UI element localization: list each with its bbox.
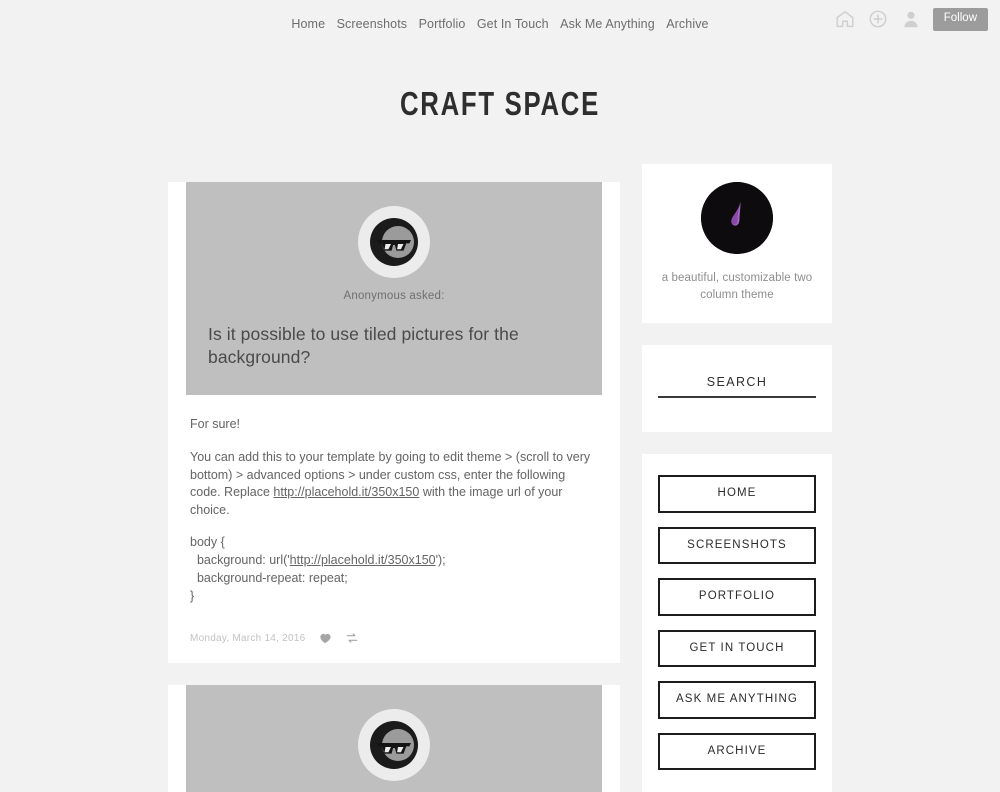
sidebar-link-portfolio[interactable]: PORTFOLIO <box>658 578 816 616</box>
answer-intro: For sure! <box>190 417 241 432</box>
reblog-icon[interactable] <box>345 631 359 645</box>
code-line-1: body { <box>190 534 225 549</box>
page-layout: Anonymous asked: Is it possible to use t… <box>0 164 1000 792</box>
code-line-2-start: background: url(' <box>190 553 290 568</box>
sidebar-profile-card: a beautiful, customizable two column the… <box>642 164 832 324</box>
code-line-2-end: '); <box>435 553 446 568</box>
top-bar-actions: Follow <box>834 8 988 31</box>
answer-paragraph: You can add this to your template by goi… <box>190 449 598 520</box>
search-input[interactable] <box>658 375 816 399</box>
sidebar-description: a beautiful, customizable two column the… <box>661 272 813 301</box>
topnav-item-get-in-touch[interactable]: Get In Touch <box>477 17 549 31</box>
flame-logo-icon <box>701 182 773 254</box>
sunglasses-avatar-icon <box>358 206 430 278</box>
code-line-3: background-repeat: repeat; <box>190 571 348 586</box>
topnav-item-archive[interactable]: Archive <box>666 17 708 31</box>
sidebar-link-get-in-touch[interactable]: GET IN TOUCH <box>658 629 816 668</box>
ask-question: Is it possible to use tiled pictures for… <box>208 324 519 368</box>
sidebar-avatar-wrap <box>658 182 816 254</box>
post-card: Anonymous asked: Hi, is there a way to h… <box>168 685 620 792</box>
plus-circle-icon[interactable] <box>867 8 889 30</box>
sidebar-links-card: HOME SCREENSHOTS PORTFOLIO GET IN TOUCH … <box>642 454 832 792</box>
heart-icon[interactable] <box>318 631 332 645</box>
ask-block: Anonymous asked: Is it possible to use t… <box>186 182 602 396</box>
sidebar-link-ask-me-anything[interactable]: ASK ME ANYTHING <box>658 681 816 719</box>
post-card: Anonymous asked: Is it possible to use t… <box>168 182 620 664</box>
asked-label: Anonymous asked: <box>343 290 445 302</box>
ask-avatar-wrap <box>208 709 580 782</box>
follow-button[interactable]: Follow <box>932 8 988 31</box>
placeholder-link[interactable]: http://placehold.it/350x150 <box>273 485 419 499</box>
sidebar: a beautiful, customizable two column the… <box>642 164 832 792</box>
sidebar-link-archive[interactable]: ARCHIVE <box>658 732 816 771</box>
post-date: Monday, March 14, 2016 <box>190 632 306 644</box>
top-bar: Home Screenshots Portfolio Get In Touch … <box>0 0 1000 48</box>
post-footer: Monday, March 14, 2016 <box>168 617 620 663</box>
posts-column: Anonymous asked: Is it possible to use t… <box>168 164 620 792</box>
sunglasses-avatar-icon <box>358 709 430 782</box>
topnav-item-home[interactable]: Home <box>291 17 325 31</box>
ask-block: Anonymous asked: Hi, is there a way to h… <box>186 685 602 792</box>
code-block: body { background: url('http://placehold… <box>190 533 598 606</box>
post-body: For sure! You can add this to your templ… <box>168 395 620 605</box>
topnav-item-portfolio[interactable]: Portfolio <box>419 17 466 31</box>
code-placeholder-link[interactable]: http://placehold.it/350x150 <box>290 553 436 567</box>
ask-avatar-wrap <box>208 206 580 278</box>
sidebar-link-home[interactable]: HOME <box>658 475 816 513</box>
site-title: CRAFT SPACE <box>399 85 601 122</box>
home-icon[interactable] <box>834 8 856 30</box>
account-icon[interactable] <box>900 8 922 30</box>
sidebar-search-card <box>642 345 832 433</box>
sidebar-link-screenshots[interactable]: SCREENSHOTS <box>658 526 816 565</box>
topnav-item-ask-me-anything[interactable]: Ask Me Anything <box>560 17 655 31</box>
code-line-4: } <box>190 589 195 604</box>
topnav-item-screenshots[interactable]: Screenshots <box>337 17 408 31</box>
